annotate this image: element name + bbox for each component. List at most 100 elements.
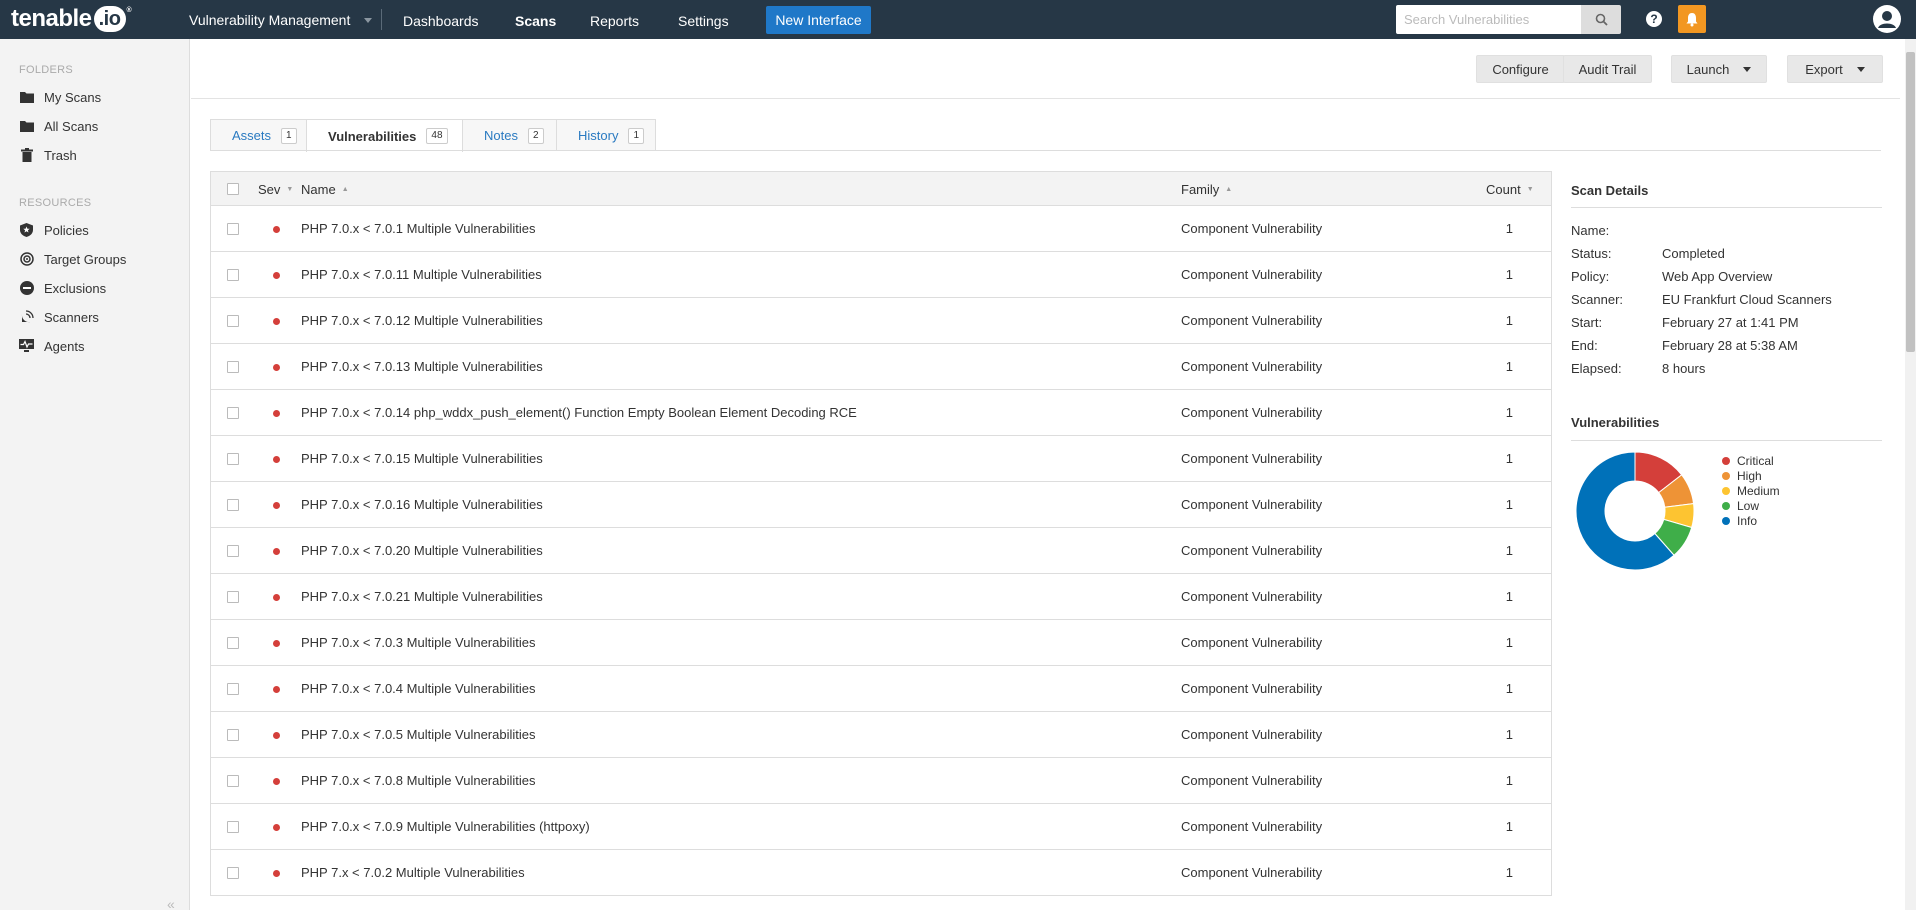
row-checkbox[interactable]	[227, 453, 239, 465]
tab-assets[interactable]: Assets 1	[210, 119, 307, 151]
select-all-checkbox[interactable]	[227, 183, 239, 195]
table-row[interactable]: PHP 7.0.x < 7.0.3 Multiple Vulnerabiliti…	[210, 620, 1552, 666]
tab-vulnerabilities[interactable]: Vulnerabilities 48	[306, 119, 463, 152]
vulnerabilities-chart-title: Vulnerabilities	[1571, 415, 1660, 430]
launch-button[interactable]: Launch	[1671, 55, 1767, 83]
legend-item[interactable]: Medium	[1722, 483, 1780, 498]
table-row[interactable]: PHP 7.0.x < 7.0.16 Multiple Vulnerabilit…	[210, 482, 1552, 528]
audit-trail-button[interactable]: Audit Trail	[1563, 55, 1652, 83]
vulnerability-name[interactable]: PHP 7.0.x < 7.0.3 Multiple Vulnerabiliti…	[301, 635, 536, 650]
tab-notes[interactable]: Notes 2	[462, 119, 557, 151]
legend-swatch	[1722, 501, 1730, 510]
family-column-header[interactable]: Family ▲	[1181, 182, 1232, 197]
vulnerability-name[interactable]: PHP 7.0.x < 7.0.16 Multiple Vulnerabilit…	[301, 497, 543, 512]
table-row[interactable]: PHP 7.0.x < 7.0.1 Multiple Vulnerabiliti…	[210, 206, 1552, 252]
sidebar-item-exclusions[interactable]: Exclusions	[19, 279, 106, 297]
sort-desc-icon: ▼	[1526, 186, 1534, 193]
vulnerability-family: Component Vulnerability	[1181, 221, 1323, 236]
legend-item[interactable]: Low	[1722, 498, 1780, 513]
vulnerability-name[interactable]: PHP 7.0.x < 7.0.21 Multiple Vulnerabilit…	[301, 589, 543, 604]
row-checkbox[interactable]	[227, 683, 239, 695]
vulnerability-name[interactable]: PHP 7.0.x < 7.0.9 Multiple Vulnerabiliti…	[301, 819, 590, 834]
sidebar-item-agents[interactable]: Agents	[19, 337, 84, 355]
legend-item[interactable]: Critical	[1722, 453, 1780, 468]
vulnerability-name[interactable]: PHP 7.0.x < 7.0.13 Multiple Vulnerabilit…	[301, 359, 543, 374]
count-column-header[interactable]: Count ▼	[1486, 182, 1534, 197]
column-header-label: Count	[1486, 182, 1521, 197]
table-row[interactable]: PHP 7.0.x < 7.0.11 Multiple Vulnerabilit…	[210, 252, 1552, 298]
sidebar-item-trash[interactable]: Trash	[19, 146, 77, 164]
vulnerability-name[interactable]: PHP 7.0.x < 7.0.15 Multiple Vulnerabilit…	[301, 451, 543, 466]
table-row[interactable]: PHP 7.0.x < 7.0.5 Multiple Vulnerabiliti…	[210, 712, 1552, 758]
configure-button[interactable]: Configure	[1476, 55, 1565, 83]
sev-column-header[interactable]: Sev ▼	[258, 182, 293, 197]
search-button[interactable]	[1581, 5, 1621, 34]
table-row[interactable]: PHP 7.0.x < 7.0.21 Multiple Vulnerabilit…	[210, 574, 1552, 620]
table-row[interactable]: PHP 7.0.x < 7.0.12 Multiple Vulnerabilit…	[210, 298, 1552, 344]
nav-reports[interactable]: Reports	[590, 13, 639, 29]
vulnerability-family: Component Vulnerability	[1181, 313, 1323, 328]
scrollbar-thumb[interactable]	[1906, 52, 1915, 352]
table-row[interactable]: PHP 7.x < 7.0.2 Multiple Vulnerabilities…	[210, 850, 1552, 896]
row-checkbox[interactable]	[227, 591, 239, 603]
row-checkbox[interactable]	[227, 775, 239, 787]
new-interface-button[interactable]: New Interface	[766, 6, 871, 34]
vulnerability-name[interactable]: PHP 7.0.x < 7.0.5 Multiple Vulnerabiliti…	[301, 727, 536, 742]
nav-dashboards[interactable]: Dashboards	[403, 13, 479, 29]
vulnerabilities-donut-chart[interactable]	[1574, 450, 1696, 572]
vulnerability-count: 1	[1505, 221, 1513, 236]
row-checkbox[interactable]	[227, 545, 239, 557]
row-checkbox[interactable]	[227, 637, 239, 649]
vulnerability-count: 1	[1505, 543, 1513, 558]
row-checkbox[interactable]	[227, 729, 239, 741]
scan-detail-row: Status: Completed	[1571, 246, 1725, 261]
notifications-bell-icon[interactable]	[1678, 5, 1706, 33]
chevron-down-icon	[1743, 66, 1752, 72]
table-row[interactable]: PHP 7.0.x < 7.0.8 Multiple Vulnerabiliti…	[210, 758, 1552, 804]
table-row[interactable]: PHP 7.0.x < 7.0.15 Multiple Vulnerabilit…	[210, 436, 1552, 482]
legend-item[interactable]: Info	[1722, 513, 1780, 528]
sidebar-item-policies[interactable]: Policies	[19, 221, 89, 239]
vulnerability-name[interactable]: PHP 7.x < 7.0.2 Multiple Vulnerabilities	[301, 865, 525, 880]
table-row[interactable]: PHP 7.0.x < 7.0.13 Multiple Vulnerabilit…	[210, 344, 1552, 390]
sidebar-item-scanners[interactable]: Scanners	[19, 308, 99, 326]
collapse-sidebar-icon[interactable]: «	[167, 896, 175, 910]
row-checkbox[interactable]	[227, 269, 239, 281]
row-checkbox[interactable]	[227, 315, 239, 327]
vulnerability-name[interactable]: PHP 7.0.x < 7.0.4 Multiple Vulnerabiliti…	[301, 681, 536, 696]
sidebar-item-my-scans[interactable]: My Scans	[19, 88, 101, 106]
vulnerability-name[interactable]: PHP 7.0.x < 7.0.20 Multiple Vulnerabilit…	[301, 543, 543, 558]
row-checkbox[interactable]	[227, 223, 239, 235]
tenable-logo[interactable]: tenable .io ®	[11, 4, 132, 34]
table-row[interactable]: PHP 7.0.x < 7.0.20 Multiple Vulnerabilit…	[210, 528, 1552, 574]
vulnerability-name[interactable]: PHP 7.0.x < 7.0.1 Multiple Vulnerabiliti…	[301, 221, 536, 236]
vulnerability-name[interactable]: PHP 7.0.x < 7.0.14 php_wddx_push_element…	[301, 405, 857, 420]
table-row[interactable]: PHP 7.0.x < 7.0.9 Multiple Vulnerabiliti…	[210, 804, 1552, 850]
row-checkbox[interactable]	[227, 361, 239, 373]
satellite-dish-icon	[19, 310, 34, 325]
help-icon[interactable]: ?	[1646, 11, 1662, 27]
search-input[interactable]	[1396, 5, 1581, 34]
row-checkbox[interactable]	[227, 821, 239, 833]
sidebar-item-all-scans[interactable]: All Scans	[19, 117, 98, 135]
legend-item[interactable]: High	[1722, 468, 1780, 483]
row-checkbox[interactable]	[227, 867, 239, 879]
vulnerability-name[interactable]: PHP 7.0.x < 7.0.12 Multiple Vulnerabilit…	[301, 313, 543, 328]
vulnerability-name[interactable]: PHP 7.0.x < 7.0.11 Multiple Vulnerabilit…	[301, 267, 542, 282]
app-switcher[interactable]: Vulnerability Management	[189, 12, 373, 28]
nav-settings[interactable]: Settings	[678, 13, 729, 29]
export-button[interactable]: Export	[1787, 55, 1883, 83]
row-checkbox[interactable]	[227, 407, 239, 419]
table-row[interactable]: PHP 7.0.x < 7.0.4 Multiple Vulnerabiliti…	[210, 666, 1552, 712]
vulnerability-family: Component Vulnerability	[1181, 497, 1323, 512]
vulnerability-name[interactable]: PHP 7.0.x < 7.0.8 Multiple Vulnerabiliti…	[301, 773, 536, 788]
sidebar-item-target-groups[interactable]: Target Groups	[19, 250, 126, 268]
sidebar-item-label: Policies	[44, 222, 89, 238]
top-navigation-bar: tenable .io ® Vulnerability Management D…	[0, 0, 1916, 39]
user-avatar-icon[interactable]	[1873, 5, 1901, 33]
nav-scans[interactable]: Scans	[515, 13, 556, 29]
tab-history[interactable]: History 1	[556, 119, 656, 151]
name-column-header[interactable]: Name ▲	[301, 182, 349, 197]
row-checkbox[interactable]	[227, 499, 239, 511]
table-row[interactable]: PHP 7.0.x < 7.0.14 php_wddx_push_element…	[210, 390, 1552, 436]
